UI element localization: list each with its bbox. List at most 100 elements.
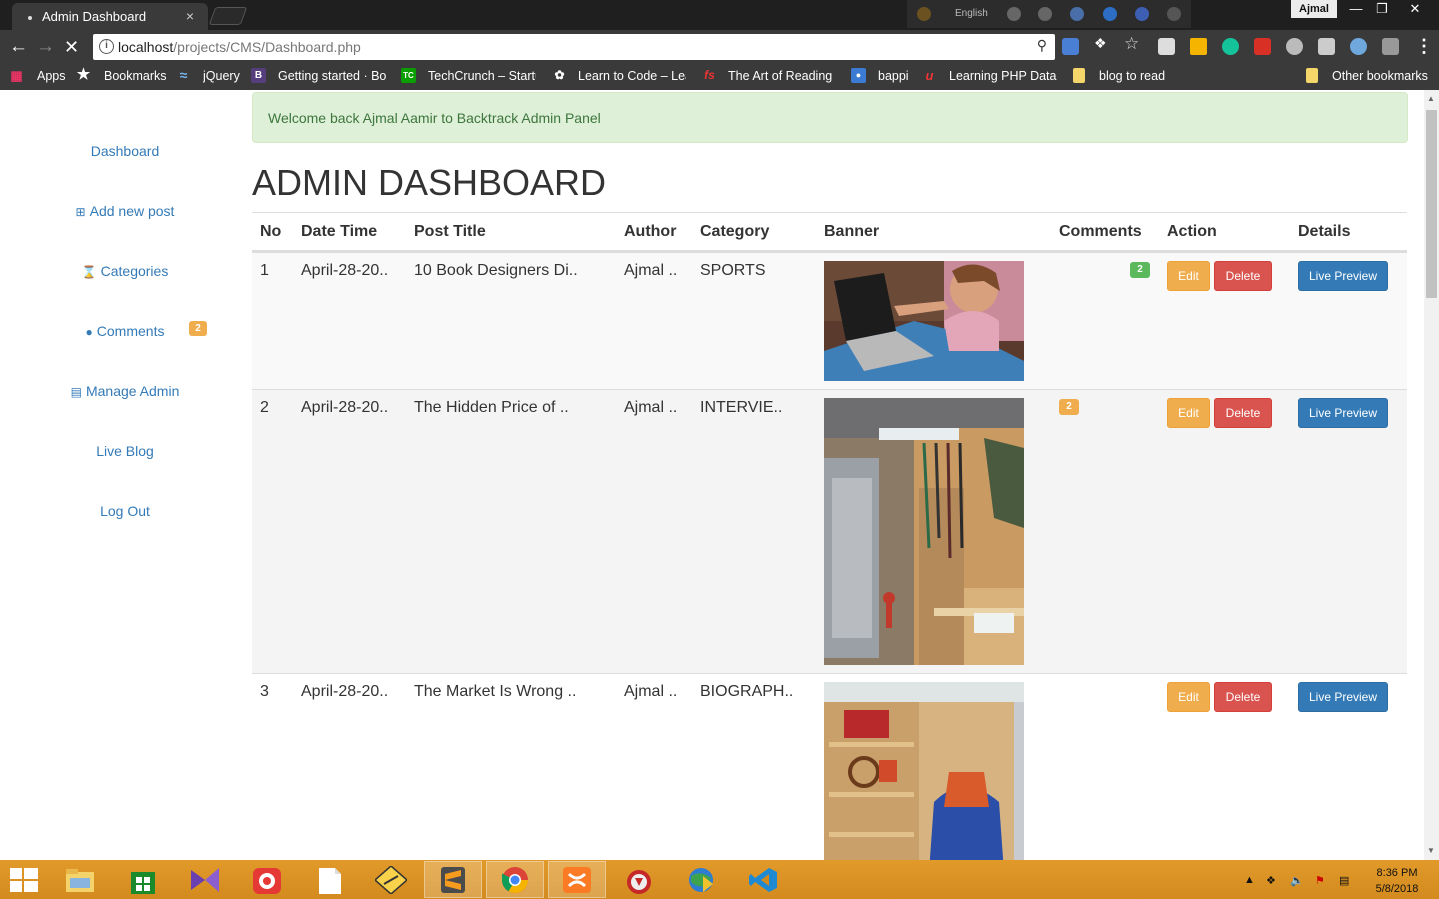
live-preview-button[interactable]: Live Preview — [1298, 398, 1388, 428]
bookmark-techcrunch[interactable]: TechCrunch – Startu — [428, 69, 536, 83]
person-icon[interactable] — [1382, 38, 1399, 55]
tab-close-icon[interactable]: × — [186, 8, 194, 24]
banner-image — [824, 682, 1024, 860]
xampp-icon[interactable] — [561, 866, 593, 894]
delete-button[interactable]: Delete — [1214, 682, 1272, 712]
bookmark-apps[interactable]: Apps — [37, 69, 66, 83]
file-explorer-icon[interactable] — [64, 866, 96, 894]
header-action: Action — [1167, 223, 1217, 240]
profile-chip[interactable]: Ajmal — [1291, 0, 1337, 18]
visual-studio-icon[interactable] — [189, 866, 221, 894]
edit-button[interactable]: Edit — [1167, 398, 1210, 428]
bookmark-learning-php[interactable]: Learning PHP Data C — [949, 69, 1057, 83]
screen-recorder-icon[interactable] — [251, 866, 283, 894]
bookmark-learn-to-code[interactable]: Learn to Code – Lea — [578, 69, 686, 83]
downloader-icon[interactable] — [623, 866, 655, 894]
edit-button[interactable]: Edit — [1167, 682, 1210, 712]
folder-icon — [1073, 68, 1085, 83]
scroll-down-arrow-icon[interactable]: ▼ — [1427, 846, 1435, 855]
chrome-icon[interactable] — [499, 866, 531, 894]
stop-loading-icon[interactable]: ✕ — [64, 37, 79, 58]
cloud-icon[interactable] — [1286, 38, 1303, 55]
system-clock[interactable]: 8:36 PM 5/8/2018 — [1362, 865, 1432, 897]
forward-arrow-icon[interactable]: → — [36, 36, 55, 58]
delete-button[interactable]: Delete — [1214, 261, 1272, 291]
menu-icon[interactable]: ⋮ — [1415, 36, 1433, 57]
grammarly-icon[interactable] — [1222, 38, 1239, 55]
minimize-icon[interactable]: — — [1343, 0, 1369, 18]
dropbox-icon[interactable]: ❖ — [1094, 35, 1111, 52]
star-icon[interactable]: ☆ — [1124, 34, 1141, 53]
live-preview-button[interactable]: Live Preview — [1298, 682, 1388, 712]
page-scrollbar[interactable]: ▲ ▼ — [1424, 90, 1439, 860]
camera-icon[interactable] — [1158, 38, 1175, 55]
network-icon[interactable]: ▤ — [1339, 874, 1349, 887]
edit-button[interactable]: Edit — [1167, 261, 1210, 291]
sidebar-item-comments[interactable]: ● Comments — [0, 323, 250, 339]
table-row: 2 April-28-20.. The Hidden Price of .. A… — [252, 389, 1407, 673]
pen-icon[interactable] — [1038, 7, 1052, 21]
bookmark-bootstrap[interactable]: Getting started · Boo — [278, 69, 386, 83]
volume-icon[interactable]: 🔈 — [1290, 874, 1304, 887]
sidebar-item-log-out[interactable]: Log Out — [0, 503, 250, 519]
keyboard-icon[interactable] — [1007, 7, 1021, 21]
language-label[interactable]: English — [955, 8, 988, 19]
bookmark-jquery[interactable]: jQuery — [203, 69, 240, 83]
pending-comments-badge: 2 — [1059, 399, 1079, 415]
scroll-up-arrow-icon[interactable]: ▲ — [1427, 94, 1435, 103]
sidebar-item-dashboard[interactable]: Dashboard — [0, 143, 250, 159]
bookmark-blog-to-read[interactable]: blog to read — [1099, 69, 1165, 83]
header-details: Details — [1298, 223, 1351, 240]
address-bar[interactable]: i localhost/projects/CMS/Dashboard.php ⚲ — [93, 34, 1055, 60]
tray-expand-icon[interactable]: ▲ — [1244, 874, 1255, 886]
sidebar-item-add-new-post[interactable]: ⊞ Add new post — [0, 203, 250, 219]
translate-icon[interactable] — [1062, 38, 1079, 55]
google-drive-icon[interactable] — [1190, 38, 1207, 55]
tab-admin-dashboard[interactable]: Admin Dashboard × — [12, 3, 208, 30]
sidebar-item-manage-admin[interactable]: ▤ Manage Admin — [0, 383, 250, 399]
post-category: BIOGRAPH.. — [700, 683, 794, 700]
sidebar: Dashboard ⊞ Add new post ⌛ Categories ● Com… — [0, 90, 250, 860]
sublime-text-icon[interactable] — [437, 866, 469, 894]
script-tool-icon[interactable] — [373, 865, 409, 895]
back-arrow-icon[interactable]: ← — [9, 36, 28, 58]
vscode-icon[interactable] — [747, 866, 779, 894]
banner-image — [824, 261, 1024, 381]
key-icon[interactable]: ⚲ — [1037, 37, 1047, 54]
globe-download-icon[interactable] — [685, 866, 717, 894]
sidebar-item-live-blog[interactable]: Live Blog — [0, 443, 250, 459]
scroll-thumb[interactable] — [1426, 110, 1437, 298]
bookmark-bappi[interactable]: bappi — [878, 69, 909, 83]
delete-button[interactable]: Delete — [1214, 398, 1272, 428]
post-date: April-28-20.. — [301, 399, 389, 416]
live-preview-button[interactable]: Live Preview — [1298, 261, 1388, 291]
info-icon[interactable]: i — [99, 39, 114, 54]
table-row: 1 April-28-20.. 10 Book Designers Di.. A… — [252, 252, 1407, 389]
info-icon[interactable] — [1167, 7, 1181, 21]
store-icon[interactable] — [127, 866, 159, 894]
action-center-icon[interactable]: ⚑ — [1315, 874, 1325, 887]
notepad-icon[interactable] — [313, 866, 345, 894]
bookmark-art-of-reading[interactable]: The Art of Reading - — [728, 69, 836, 83]
close-window-icon[interactable]: ✕ — [1400, 0, 1430, 18]
bookmark-bookmarks[interactable]: Bookmarks — [104, 69, 167, 83]
windows-start-icon[interactable] — [10, 868, 42, 896]
help-icon[interactable] — [1135, 7, 1149, 21]
url-text[interactable]: localhost/projects/CMS/Dashboard.php — [118, 39, 361, 55]
id-card-icon: ▤ — [70, 385, 82, 399]
header-category: Category — [700, 223, 770, 240]
bookmark-red-icon[interactable] — [1254, 38, 1271, 55]
globe-icon[interactable] — [1350, 38, 1367, 55]
ie-icon[interactable] — [1103, 7, 1117, 21]
restore-icon[interactable]: ❐ — [1369, 0, 1395, 18]
settings-icon[interactable] — [1070, 7, 1084, 21]
pocket-icon[interactable] — [1318, 38, 1335, 55]
folder-icon — [1306, 68, 1318, 83]
header-post-title: Post Title — [414, 223, 486, 240]
new-tab-button[interactable] — [208, 7, 248, 25]
ime-icon[interactable] — [917, 7, 931, 21]
dropbox-tray-icon[interactable]: ❖ — [1266, 874, 1276, 887]
post-date: April-28-20.. — [301, 262, 389, 279]
bookmark-other[interactable]: Other bookmarks — [1332, 69, 1428, 83]
sidebar-item-categories[interactable]: ⌛ Categories — [0, 263, 250, 279]
